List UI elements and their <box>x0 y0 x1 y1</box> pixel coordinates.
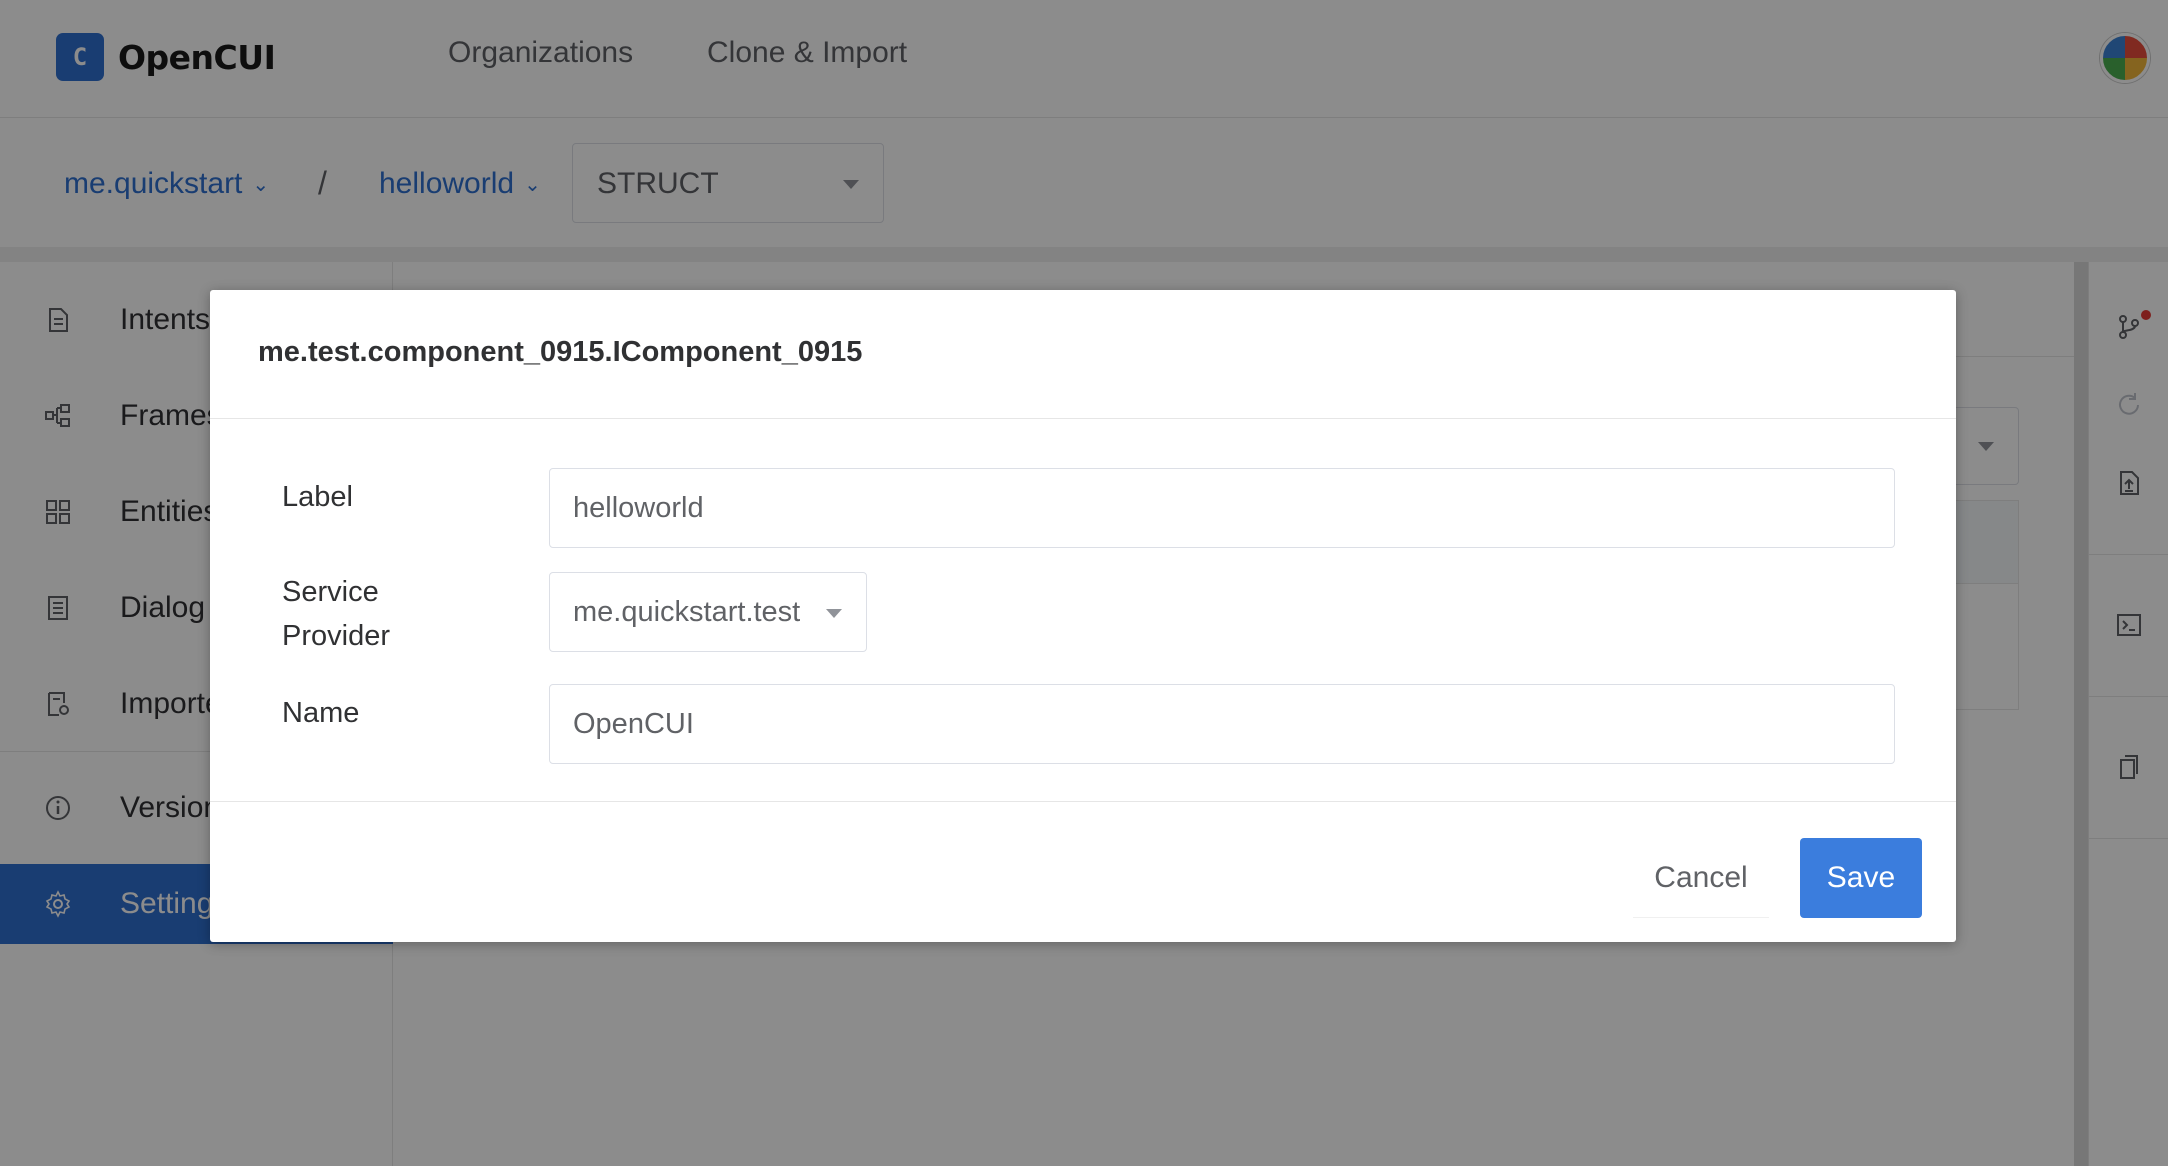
name-input[interactable]: OpenCUI <box>549 684 1895 764</box>
dialog-title: me.test.component_0915.IComponent_0915 <box>258 336 863 368</box>
service-provider-value: me.quickstart.test <box>573 596 801 628</box>
service-provider-select[interactable]: me.quickstart.test <box>549 572 867 652</box>
service-provider-label-line2: Provider <box>282 620 390 652</box>
service-provider-label: Service Provider <box>282 570 390 658</box>
label-input[interactable]: helloworld <box>549 468 1895 548</box>
dialog-header: me.test.component_0915.IComponent_0915 <box>210 290 1956 419</box>
service-provider-label-line1: Service <box>282 576 379 608</box>
save-button[interactable]: Save <box>1800 838 1922 918</box>
component-dialog: me.test.component_0915.IComponent_0915 L… <box>210 290 1956 942</box>
cancel-button[interactable]: Cancel <box>1633 838 1769 918</box>
label-field-label: Label <box>282 481 353 513</box>
caret-down-icon <box>826 609 842 618</box>
dialog-body: Label helloworld Service Provider me.qui… <box>210 420 1956 802</box>
name-field-label: Name <box>282 697 360 729</box>
